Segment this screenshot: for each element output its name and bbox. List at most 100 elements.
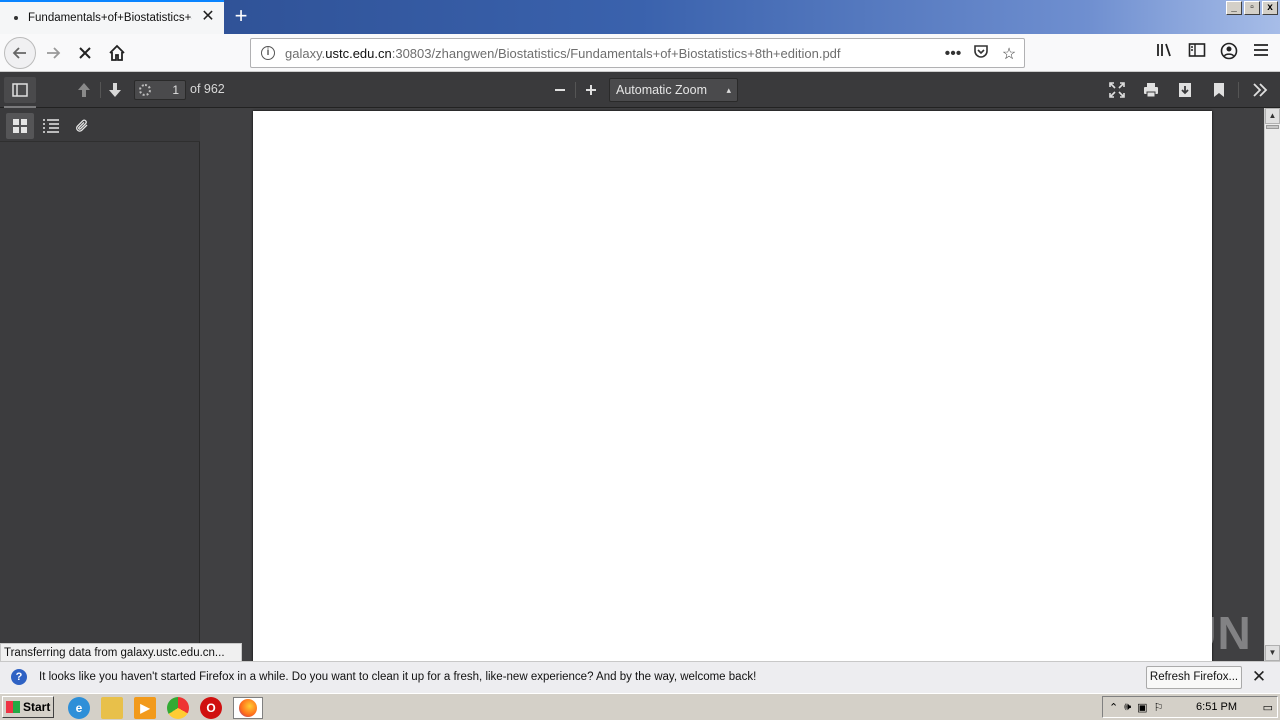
new-tab-button[interactable]: + (228, 4, 254, 30)
download-icon (1179, 83, 1191, 97)
zoom-in-button[interactable] (578, 77, 604, 103)
toolbar-right (1156, 42, 1270, 62)
opera-icon[interactable]: O (200, 697, 222, 719)
print-button[interactable] (1138, 77, 1164, 103)
page-count: of 962 (190, 82, 225, 96)
library-icon[interactable] (1156, 42, 1174, 62)
list-icon (43, 119, 59, 133)
bookmark-button[interactable] (1206, 77, 1232, 103)
pdf-toolbar: 1 of 962 Automatic Zoom ▴▾ (0, 72, 1280, 117)
folder-icon[interactable] (101, 697, 123, 719)
printer-icon (1144, 83, 1158, 98)
back-arrow-icon (12, 47, 26, 59)
windows-logo-icon (6, 701, 20, 713)
notification-close-icon[interactable]: ✕ (1250, 667, 1268, 687)
tools-button[interactable] (1247, 77, 1273, 103)
scroll-down-icon[interactable]: ▼ (1265, 645, 1280, 661)
zoom-value: Automatic Zoom (616, 83, 708, 97)
media-player-icon[interactable]: ▶ (134, 697, 156, 719)
url-actions: ••• ☆ (944, 43, 1018, 64)
loading-spinner-icon (139, 84, 151, 96)
scroll-up-icon[interactable]: ▲ (1265, 108, 1280, 124)
next-page-button[interactable] (102, 77, 128, 103)
outline-tab[interactable] (37, 113, 65, 139)
attachments-tab[interactable] (68, 113, 96, 139)
status-text: Transferring data from galaxy.ustc.edu.c… (0, 643, 242, 663)
sidebar-tabs (0, 108, 200, 142)
tab-strip: Fundamentals+of+Biostatistics+8th ✕ + _ … (0, 0, 1280, 34)
pocket-icon[interactable] (972, 43, 990, 64)
url-domain: ustc.edu.cn (325, 45, 392, 61)
previous-page-button[interactable] (71, 77, 97, 103)
quick-launch: e ▶ O (68, 697, 263, 719)
url-bar[interactable]: i galaxy.ustc.edu.cn:30803/zhangwen/Bios… (250, 38, 1025, 68)
stop-button[interactable] (70, 38, 100, 68)
grid-icon (13, 119, 27, 133)
start-label: Start (23, 700, 51, 714)
pdf-viewer[interactable] (200, 108, 1264, 671)
firefox-icon (239, 699, 257, 717)
library-shape-icon (1157, 43, 1171, 57)
question-icon: ? (11, 669, 27, 685)
anyrun-watermark: ANY RUN (1036, 607, 1252, 659)
notification-text: It looks like you haven't started Firefo… (39, 671, 757, 683)
bookmark-star-icon[interactable]: ☆ (1000, 44, 1018, 64)
sidebar-toggle-icon (12, 83, 28, 97)
network-icon[interactable]: ▣ (1137, 701, 1147, 714)
hamburger-shape-icon (1254, 44, 1268, 56)
site-info-icon[interactable]: i (261, 46, 275, 60)
start-button[interactable]: Start (2, 696, 54, 718)
sidebar-shape-icon (1188, 43, 1206, 57)
scrollbar-thumb[interactable] (1266, 125, 1279, 129)
fullscreen-icon (1109, 82, 1125, 98)
sidebar-icon[interactable] (1188, 42, 1206, 62)
minus-icon (555, 89, 565, 91)
url-text: galaxy.ustc.edu.cn:30803/zhangwen/Biosta… (285, 46, 841, 61)
back-button[interactable] (4, 37, 36, 69)
screen: Fundamentals+of+Biostatistics+8th ✕ + _ … (0, 0, 1280, 720)
download-button[interactable] (1172, 77, 1198, 103)
double-chevron-right-icon (1253, 83, 1268, 97)
window-close-icon[interactable]: x (1262, 1, 1278, 15)
restore-icon[interactable]: ▫ (1244, 1, 1260, 15)
ie-icon[interactable]: e (68, 697, 90, 719)
zoom-select[interactable]: Automatic Zoom ▴▾ (609, 78, 738, 117)
vertical-scrollbar[interactable]: ▲ ▼ (1264, 108, 1280, 661)
page-number-value: 1 (172, 83, 179, 97)
hamburger-menu-icon[interactable] (1252, 42, 1270, 62)
page-number-input[interactable]: 1 (134, 80, 186, 100)
toolbar-separator (575, 82, 576, 98)
sidebar-toggle-button[interactable] (4, 77, 36, 108)
pocket-shape-icon (974, 45, 988, 58)
pdf-page (253, 111, 1212, 671)
account-icon[interactable] (1220, 42, 1238, 62)
chrome-icon[interactable] (167, 697, 189, 719)
thumbnails-tab[interactable] (6, 113, 34, 139)
pdf-sidebar (0, 108, 200, 661)
zoom-out-button[interactable] (547, 77, 573, 103)
presentation-mode-button[interactable] (1104, 77, 1130, 103)
bookmark-icon (1214, 83, 1224, 97)
forward-button[interactable] (38, 38, 68, 68)
arrow-up-icon (78, 83, 90, 97)
refresh-firefox-button[interactable]: Refresh Firefox... (1146, 666, 1242, 689)
url-path: :30803/zhangwen/Biostatistics/Fundamenta… (391, 45, 841, 61)
clock: 6:51 PM (1196, 701, 1237, 713)
toolbar-separator (100, 82, 101, 98)
home-button[interactable] (102, 38, 132, 68)
arrow-down-icon (109, 83, 121, 97)
page-actions-icon[interactable]: ••• (944, 45, 962, 63)
account-shape-icon (1220, 42, 1238, 60)
show-desktop-icon[interactable]: ▭ (1263, 701, 1273, 714)
tray-expand-icon[interactable]: ⌃ (1109, 701, 1118, 714)
active-tab[interactable]: Fundamentals+of+Biostatistics+8th ✕ (0, 0, 224, 34)
minimize-icon[interactable]: _ (1226, 1, 1242, 15)
tab-title: Fundamentals+of+Biostatistics+8th (28, 12, 192, 24)
stop-x-icon (79, 47, 91, 59)
volume-icon[interactable]: 🕪 (1124, 701, 1131, 714)
firefox-taskbar-button[interactable] (233, 697, 263, 719)
tab-close-icon[interactable]: ✕ (200, 9, 216, 25)
action-center-flag-icon[interactable]: ⚐ (1154, 701, 1164, 714)
loading-dot-icon (14, 16, 18, 20)
home-icon (109, 44, 125, 61)
